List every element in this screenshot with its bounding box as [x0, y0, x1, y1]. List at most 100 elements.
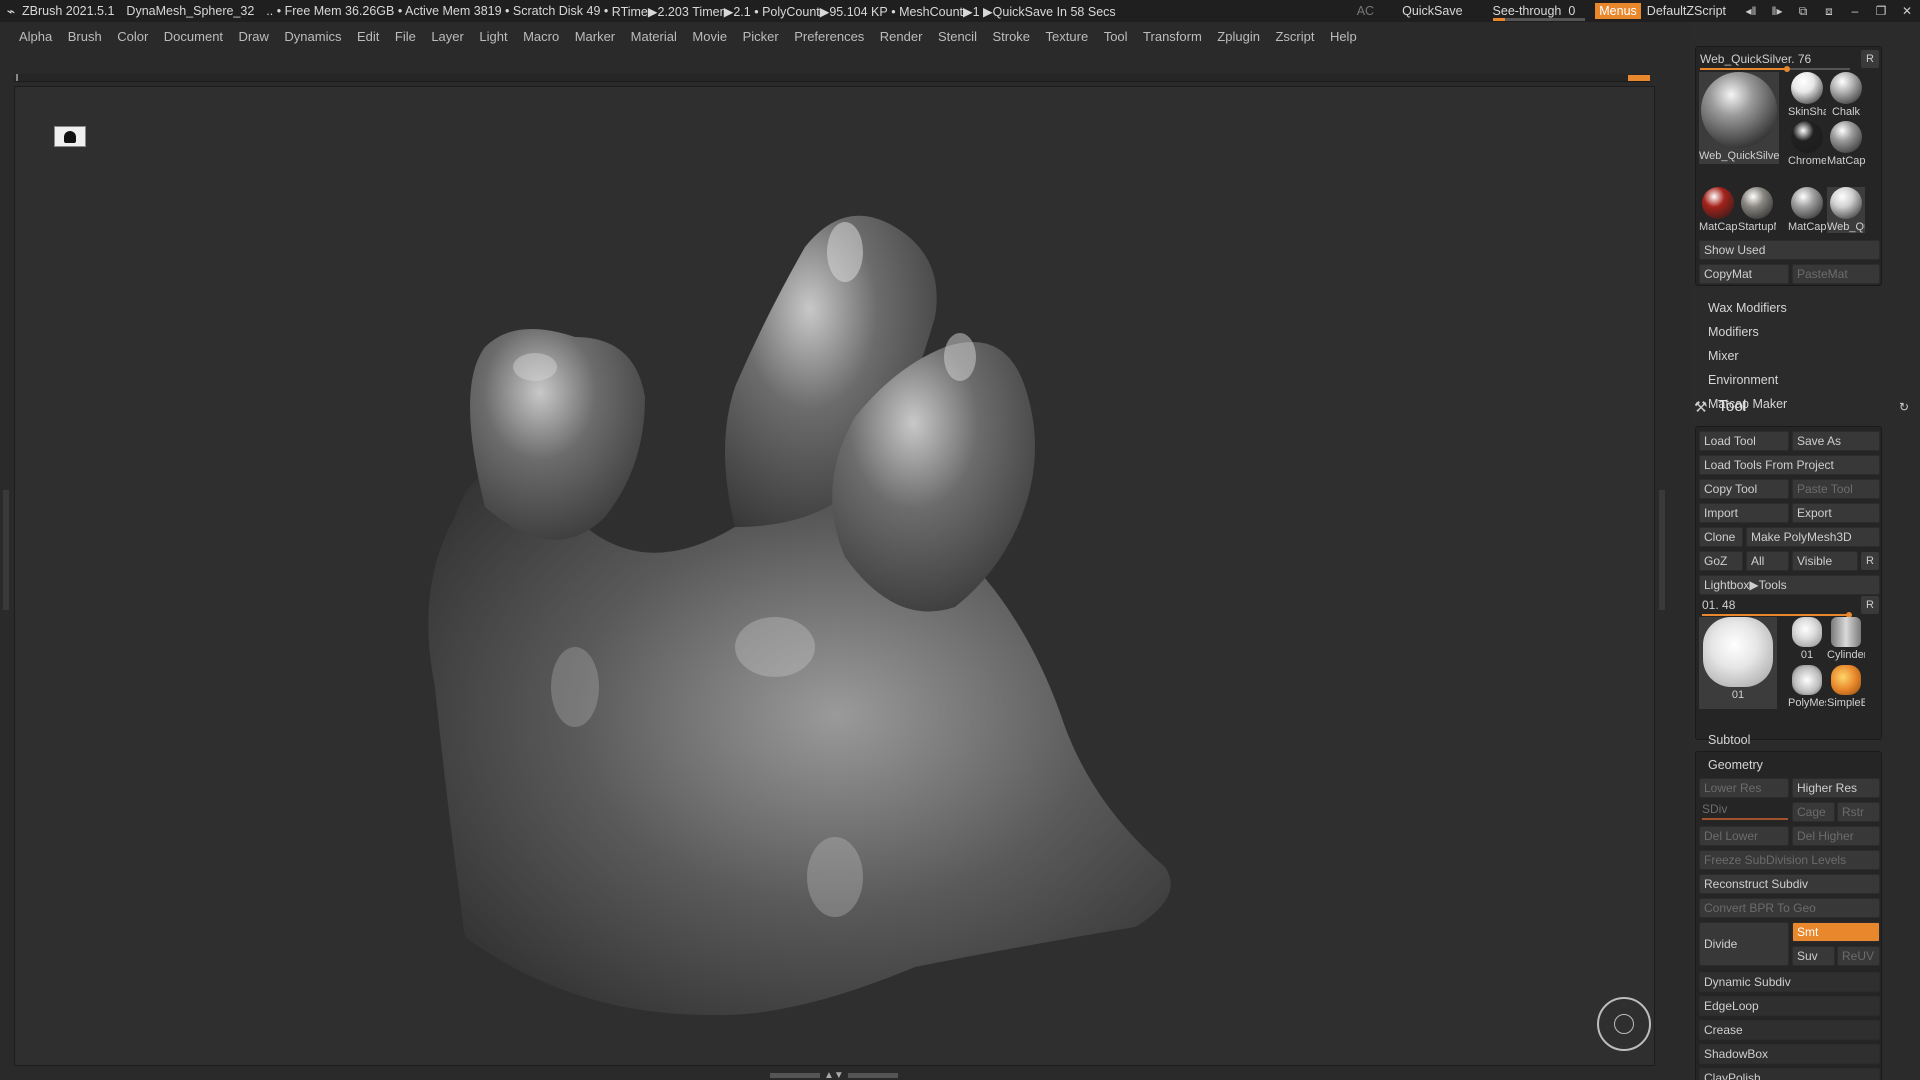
- material-big-thumb[interactable]: Web_QuickSilver: [1699, 72, 1779, 164]
- sdiv-slider[interactable]: SDiv: [1702, 802, 1788, 820]
- minimize-icon[interactable]: –: [1842, 4, 1868, 18]
- menus-toggle-button[interactable]: Menus: [1595, 3, 1641, 19]
- geometry-claypolish[interactable]: ClayPolish: [1699, 1068, 1880, 1080]
- load-tool-button[interactable]: Load Tool: [1699, 431, 1789, 451]
- menu-color[interactable]: Color: [117, 29, 148, 44]
- interface-icon[interactable]: ⧈: [1816, 4, 1842, 19]
- menu-stroke[interactable]: Stroke: [992, 29, 1030, 44]
- tool-slider[interactable]: 01. 48: [1702, 598, 1858, 618]
- material-slider[interactable]: Web_QuickSilver. 76: [1700, 52, 1860, 72]
- menu-edit[interactable]: Edit: [357, 29, 379, 44]
- default-zscript-button[interactable]: DefaultZScript: [1647, 4, 1726, 18]
- tool-thumb-01[interactable]: 01: [1788, 617, 1826, 661]
- lightbox-tools-button[interactable]: Lightbox▶Tools: [1699, 575, 1880, 595]
- material-thumb-matcap[interactable]: MatCap: [1788, 187, 1826, 233]
- freeze-subdivision-button[interactable]: Freeze SubDivision Levels: [1699, 850, 1880, 870]
- copy-mat-button[interactable]: CopyMat: [1699, 264, 1789, 284]
- menu-file[interactable]: File: [395, 29, 416, 44]
- copy-tool-button[interactable]: Copy Tool: [1699, 479, 1789, 499]
- divide-button[interactable]: Divide: [1699, 922, 1789, 966]
- menu-texture[interactable]: Texture: [1046, 29, 1089, 44]
- import-button[interactable]: Import: [1699, 503, 1789, 523]
- restore-icon[interactable]: ❐: [1868, 4, 1894, 18]
- menu-zplugin[interactable]: Zplugin: [1217, 29, 1260, 44]
- geometry-dynamic-subdiv[interactable]: Dynamic Subdiv: [1699, 972, 1880, 992]
- subtool-section[interactable]: Subtool: [1708, 733, 1750, 747]
- menu-dynamics[interactable]: Dynamics: [284, 29, 341, 44]
- export-button[interactable]: Export: [1792, 503, 1880, 523]
- material-thumb-chrome[interactable]: Chrome: [1788, 121, 1826, 167]
- del-higher-button[interactable]: Del Higher: [1792, 826, 1880, 846]
- cage-button[interactable]: Cage: [1792, 802, 1835, 822]
- material-sub-wax-modifiers[interactable]: Wax Modifiers: [1708, 301, 1787, 315]
- make-polymesh3d-button[interactable]: Make PolyMesh3D: [1746, 527, 1880, 547]
- see-through-slider[interactable]: See-through 0: [1492, 4, 1585, 21]
- paste-tool-button[interactable]: Paste Tool: [1792, 479, 1880, 499]
- save-as-button[interactable]: Save As: [1792, 431, 1880, 451]
- bottom-tray-handle[interactable]: ▲▼: [770, 1070, 900, 1080]
- material-thumb-startupm[interactable]: StartupM: [1738, 187, 1776, 233]
- sculpt-model[interactable]: [15, 87, 1655, 1066]
- tool-thumb-polymesh[interactable]: PolyMesh: [1788, 665, 1826, 709]
- material-thumb-matcap[interactable]: MatCap: [1699, 187, 1737, 233]
- tool-r-button[interactable]: R: [1861, 596, 1879, 614]
- goz-all-button[interactable]: All: [1746, 551, 1789, 571]
- menu-draw[interactable]: Draw: [239, 29, 269, 44]
- tool-thumb-01[interactable]: 01: [1699, 617, 1777, 709]
- goz-r-button[interactable]: R: [1861, 552, 1879, 570]
- menu-movie[interactable]: Movie: [692, 29, 727, 44]
- material-thumb-web-qu[interactable]: Web_Qu: [1827, 187, 1865, 233]
- menu-marker[interactable]: Marker: [575, 29, 615, 44]
- material-sub-modifiers[interactable]: Modifiers: [1708, 325, 1759, 339]
- menu-material[interactable]: Material: [631, 29, 677, 44]
- show-used-button[interactable]: Show Used: [1699, 240, 1880, 260]
- menu-stencil[interactable]: Stencil: [938, 29, 977, 44]
- left-tray-handle[interactable]: [3, 490, 9, 610]
- rotation-gizmo-icon[interactable]: [1597, 997, 1651, 1051]
- material-thumb-skinsha[interactable]: SkinSha: [1788, 72, 1826, 118]
- menu-tool[interactable]: Tool: [1104, 29, 1128, 44]
- higher-res-button[interactable]: Higher Res: [1792, 778, 1880, 798]
- menu-picker[interactable]: Picker: [743, 29, 779, 44]
- menu-layer[interactable]: Layer: [431, 29, 464, 44]
- menu-transform[interactable]: Transform: [1143, 29, 1202, 44]
- tool-thumb-simpleb[interactable]: SimpleB: [1827, 665, 1865, 709]
- material-sub-mixer[interactable]: Mixer: [1708, 349, 1739, 363]
- layout-icon[interactable]: ⧉: [1790, 4, 1816, 19]
- lower-res-button[interactable]: Lower Res: [1699, 778, 1789, 798]
- refresh-icon[interactable]: ↻: [1899, 400, 1909, 414]
- paste-mat-button[interactable]: PasteMat: [1792, 264, 1880, 284]
- menu-macro[interactable]: Macro: [523, 29, 559, 44]
- smt-toggle[interactable]: Smt: [1792, 922, 1880, 942]
- goz-button[interactable]: GoZ: [1699, 551, 1743, 571]
- tray-right-icon[interactable]: ‖▸: [1764, 4, 1790, 18]
- clone-button[interactable]: Clone: [1699, 527, 1743, 547]
- rstr-button[interactable]: Rstr: [1837, 802, 1880, 822]
- convert-bpr-button[interactable]: Convert BPR To Geo: [1699, 898, 1880, 918]
- canvas-viewport[interactable]: [14, 86, 1655, 1066]
- menu-render[interactable]: Render: [880, 29, 923, 44]
- suv-toggle[interactable]: Suv: [1792, 946, 1835, 966]
- load-tools-from-project-button[interactable]: Load Tools From Project: [1699, 455, 1880, 475]
- menu-zscript[interactable]: Zscript: [1275, 29, 1314, 44]
- material-r-button[interactable]: R: [1861, 50, 1879, 68]
- material-sub-environment[interactable]: Environment: [1708, 373, 1778, 387]
- reuv-toggle[interactable]: ReUV: [1837, 946, 1880, 966]
- menu-brush[interactable]: Brush: [68, 29, 102, 44]
- ac-button[interactable]: AC: [1357, 4, 1374, 18]
- geometry-edgeloop[interactable]: EdgeLoop: [1699, 996, 1880, 1016]
- quicksave-button[interactable]: QuickSave: [1402, 4, 1462, 18]
- geometry-crease[interactable]: Crease: [1699, 1020, 1880, 1040]
- geometry-title[interactable]: Geometry: [1708, 758, 1763, 772]
- tool-thumb-cylinder[interactable]: Cylinder: [1827, 617, 1865, 661]
- material-thumb-chalk[interactable]: Chalk: [1827, 72, 1865, 118]
- del-lower-button[interactable]: Del Lower: [1699, 826, 1789, 846]
- menu-alpha[interactable]: Alpha: [19, 29, 52, 44]
- goz-visible-button[interactable]: Visible: [1792, 551, 1858, 571]
- reconstruct-subdiv-button[interactable]: Reconstruct Subdiv: [1699, 874, 1880, 894]
- geometry-shadowbox[interactable]: ShadowBox: [1699, 1044, 1880, 1064]
- menu-preferences[interactable]: Preferences: [794, 29, 864, 44]
- material-thumb-matcap[interactable]: MatCap: [1827, 121, 1865, 167]
- close-icon[interactable]: ✕: [1894, 4, 1920, 18]
- tray-left-icon[interactable]: ◂‖: [1738, 4, 1764, 18]
